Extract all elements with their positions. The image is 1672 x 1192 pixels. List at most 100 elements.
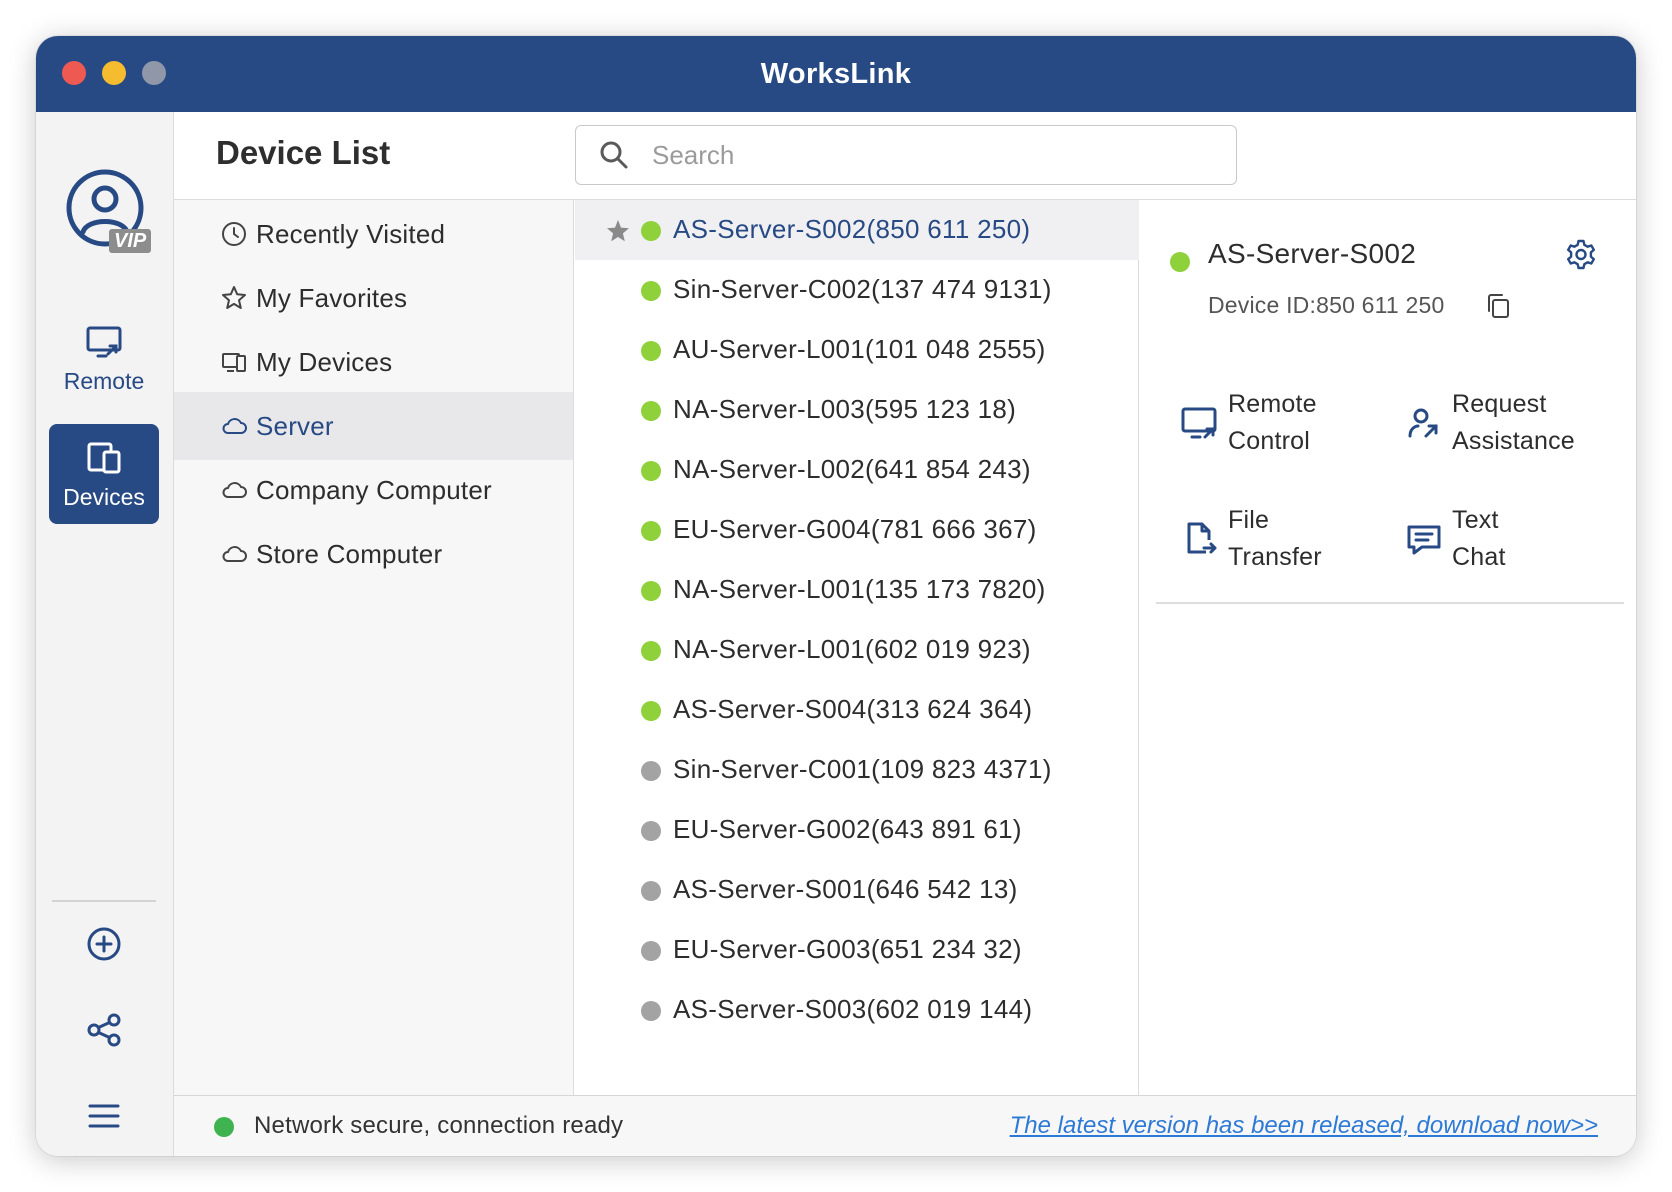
clock-icon [222, 222, 246, 246]
search-icon [600, 141, 628, 169]
offline-status-dot [641, 821, 661, 841]
device-label: AU-Server-L001(101 048 2555) [673, 334, 1046, 364]
online-status-dot [641, 281, 661, 301]
window-controls [62, 61, 166, 85]
request-assistance-button[interactable]: Request Assistance [1404, 386, 1575, 460]
app-window: WorksLink VIP Remote Devices Device List… [36, 36, 1636, 1156]
device-row[interactable]: EU-Server-G002(643 891 61) [575, 800, 1139, 860]
rail-devices-label: Devices [63, 483, 145, 510]
cloud-icon [222, 546, 247, 562]
remote-control-button[interactable]: Remote Control [1180, 386, 1317, 460]
request-assistance-icon [1408, 408, 1438, 438]
star-outline-icon [222, 286, 246, 309]
main-header: Device List [174, 112, 1636, 200]
device-row[interactable]: EU-Server-G004(781 666 367) [575, 500, 1139, 560]
device-row[interactable]: AS-Server-S001(646 542 13) [575, 860, 1139, 920]
update-download-link[interactable]: The latest version has been released, do… [1010, 1112, 1598, 1140]
device-label: Sin-Server-C002(137 474 9131) [673, 274, 1052, 304]
category-store-computer[interactable]: Store Computer [174, 520, 573, 588]
online-status-dot [1170, 252, 1190, 272]
file-transfer-button[interactable]: File Transfer [1180, 502, 1322, 576]
device-row[interactable]: NA-Server-L002(641 854 243) [575, 440, 1139, 500]
minimize-window-button[interactable] [102, 61, 126, 85]
category-label: Recently Visited [256, 218, 446, 249]
device-row[interactable]: EU-Server-G003(651 234 32) [575, 920, 1139, 980]
device-row[interactable]: Sin-Server-C002(137 474 9131) [575, 260, 1139, 320]
device-label: EU-Server-G002(643 891 61) [673, 814, 1022, 844]
device-label: NA-Server-L001(135 173 7820) [673, 574, 1046, 604]
vip-badge: VIP [109, 229, 152, 253]
search-box[interactable] [575, 125, 1237, 185]
online-status-dot [641, 521, 661, 541]
page-title: Device List [216, 134, 391, 171]
device-label: AS-Server-S002(850 611 250) [673, 214, 1031, 244]
gear-icon[interactable] [1564, 238, 1598, 272]
device-row[interactable]: AS-Server-S003(602 019 144) [575, 980, 1139, 1040]
rail-remote-button[interactable]: Remote [49, 308, 159, 408]
rail-devices-button[interactable]: Devices [49, 424, 159, 524]
add-circle-icon[interactable] [84, 924, 124, 964]
category-label: My Devices [256, 346, 393, 377]
devices-icon [87, 442, 121, 473]
device-label: EU-Server-G004(781 666 367) [673, 514, 1037, 544]
device-row[interactable]: AS-Server-S004(313 624 364) [575, 680, 1139, 740]
rail-remote-label: Remote [63, 367, 145, 394]
online-status-dot [641, 221, 661, 241]
device-row[interactable]: NA-Server-L003(595 123 18) [575, 380, 1139, 440]
star-icon[interactable] [605, 218, 631, 244]
device-row[interactable]: AU-Server-L001(101 048 2555) [575, 320, 1139, 380]
online-status-dot [641, 701, 661, 721]
device-label: AS-Server-S001(646 542 13) [673, 874, 1018, 904]
connection-status-text: Network secure, connection ready [254, 1112, 624, 1139]
device-row[interactable]: NA-Server-L001(602 019 923) [575, 620, 1139, 680]
text-chat-icon [1407, 525, 1441, 555]
device-row[interactable]: AS-Server-S002(850 611 250) [575, 200, 1139, 260]
device-row[interactable]: Sin-Server-C001(109 823 4371) [575, 740, 1139, 800]
category-label: My Favorites [256, 282, 408, 313]
device-name: AS-Server-S002 [1208, 238, 1417, 269]
rail-divider [52, 900, 156, 902]
online-status-dot [641, 641, 661, 661]
category-my-devices[interactable]: My Devices [174, 328, 573, 396]
remote-control-icon [1181, 407, 1217, 439]
category-label: Store Computer [256, 538, 443, 569]
category-panel: Recently Visited My Favorites My Devices… [174, 200, 574, 1095]
offline-status-dot [641, 941, 661, 961]
online-status-dot [641, 401, 661, 421]
action-label: Text Chat [1452, 506, 1506, 571]
cloud-icon [222, 418, 247, 434]
online-status-dot [641, 461, 661, 481]
remote-monitor-icon [86, 326, 122, 357]
copy-icon[interactable] [1484, 292, 1512, 320]
category-recently-visited[interactable]: Recently Visited [174, 200, 573, 268]
devices-icon [222, 353, 246, 372]
text-chat-button[interactable]: Text Chat [1404, 502, 1506, 576]
category-company-computer[interactable]: Company Computer [174, 456, 573, 524]
maximize-window-button[interactable] [142, 61, 166, 85]
device-label: NA-Server-L001(602 019 923) [673, 634, 1031, 664]
category-label: Server [256, 410, 334, 441]
device-detail-panel: AS-Server-S002 Device ID:850 611 250 Rem… [1140, 200, 1636, 1095]
device-label: AS-Server-S004(313 624 364) [673, 694, 1033, 724]
cloud-icon [222, 482, 247, 498]
device-label: NA-Server-L002(641 854 243) [673, 454, 1031, 484]
device-label: NA-Server-L003(595 123 18) [673, 394, 1017, 424]
action-label: Remote Control [1228, 390, 1317, 455]
device-list: AS-Server-S002(850 611 250) Sin-Server-C0… [575, 200, 1139, 1095]
offline-status-dot [641, 1001, 661, 1021]
device-row[interactable]: NA-Server-L001(135 173 7820) [575, 560, 1139, 620]
menu-icon[interactable] [84, 1096, 124, 1136]
category-server[interactable]: Server [174, 392, 573, 460]
close-window-button[interactable] [62, 61, 86, 85]
connection-status-dot [214, 1117, 234, 1137]
online-status-dot [641, 341, 661, 361]
share-icon[interactable] [84, 1010, 124, 1050]
action-label: File Transfer [1228, 506, 1322, 571]
file-transfer-icon [1187, 522, 1217, 554]
offline-status-dot [641, 761, 661, 781]
device-id: Device ID:850 611 250 [1208, 292, 1445, 318]
window-title: WorksLink [760, 57, 912, 90]
category-my-favorites[interactable]: My Favorites [174, 264, 573, 332]
search-input[interactable] [652, 139, 1212, 171]
device-label: Sin-Server-C001(109 823 4371) [673, 754, 1052, 784]
